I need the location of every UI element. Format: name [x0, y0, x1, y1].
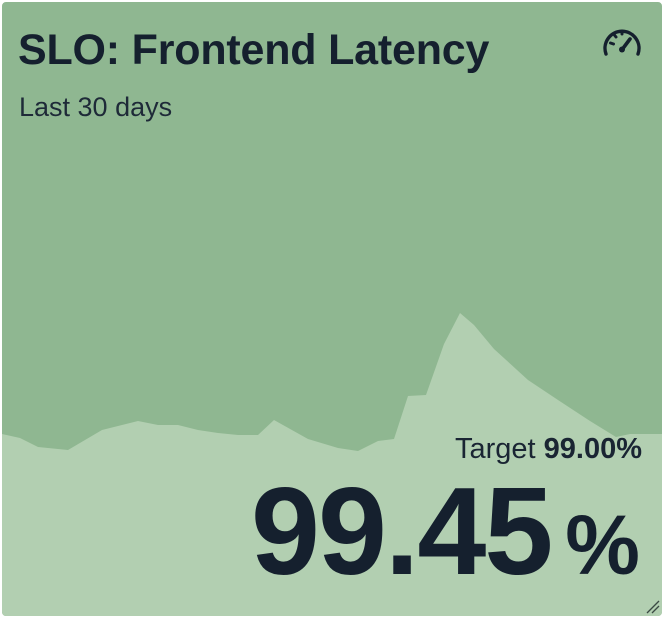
- resize-handle-icon: [646, 600, 660, 614]
- metric-unit: %: [565, 498, 640, 592]
- slo-metric: 99.45%: [251, 470, 640, 594]
- slo-target: Target 99.00%: [455, 431, 642, 467]
- gauge-icon: [603, 29, 641, 56]
- gauge-button[interactable]: [596, 22, 648, 62]
- panel-title: SLO: Frontend Latency: [18, 26, 490, 74]
- metric-value: 99.45: [250, 463, 553, 601]
- panel-time-range: Last 30 days: [19, 92, 173, 122]
- target-label: Target: [454, 433, 536, 465]
- target-value: 99.00%: [543, 433, 642, 465]
- resize-handle[interactable]: [644, 598, 660, 614]
- slo-panel: SLO: Frontend Latency Last 30 days Targe…: [0, 0, 664, 618]
